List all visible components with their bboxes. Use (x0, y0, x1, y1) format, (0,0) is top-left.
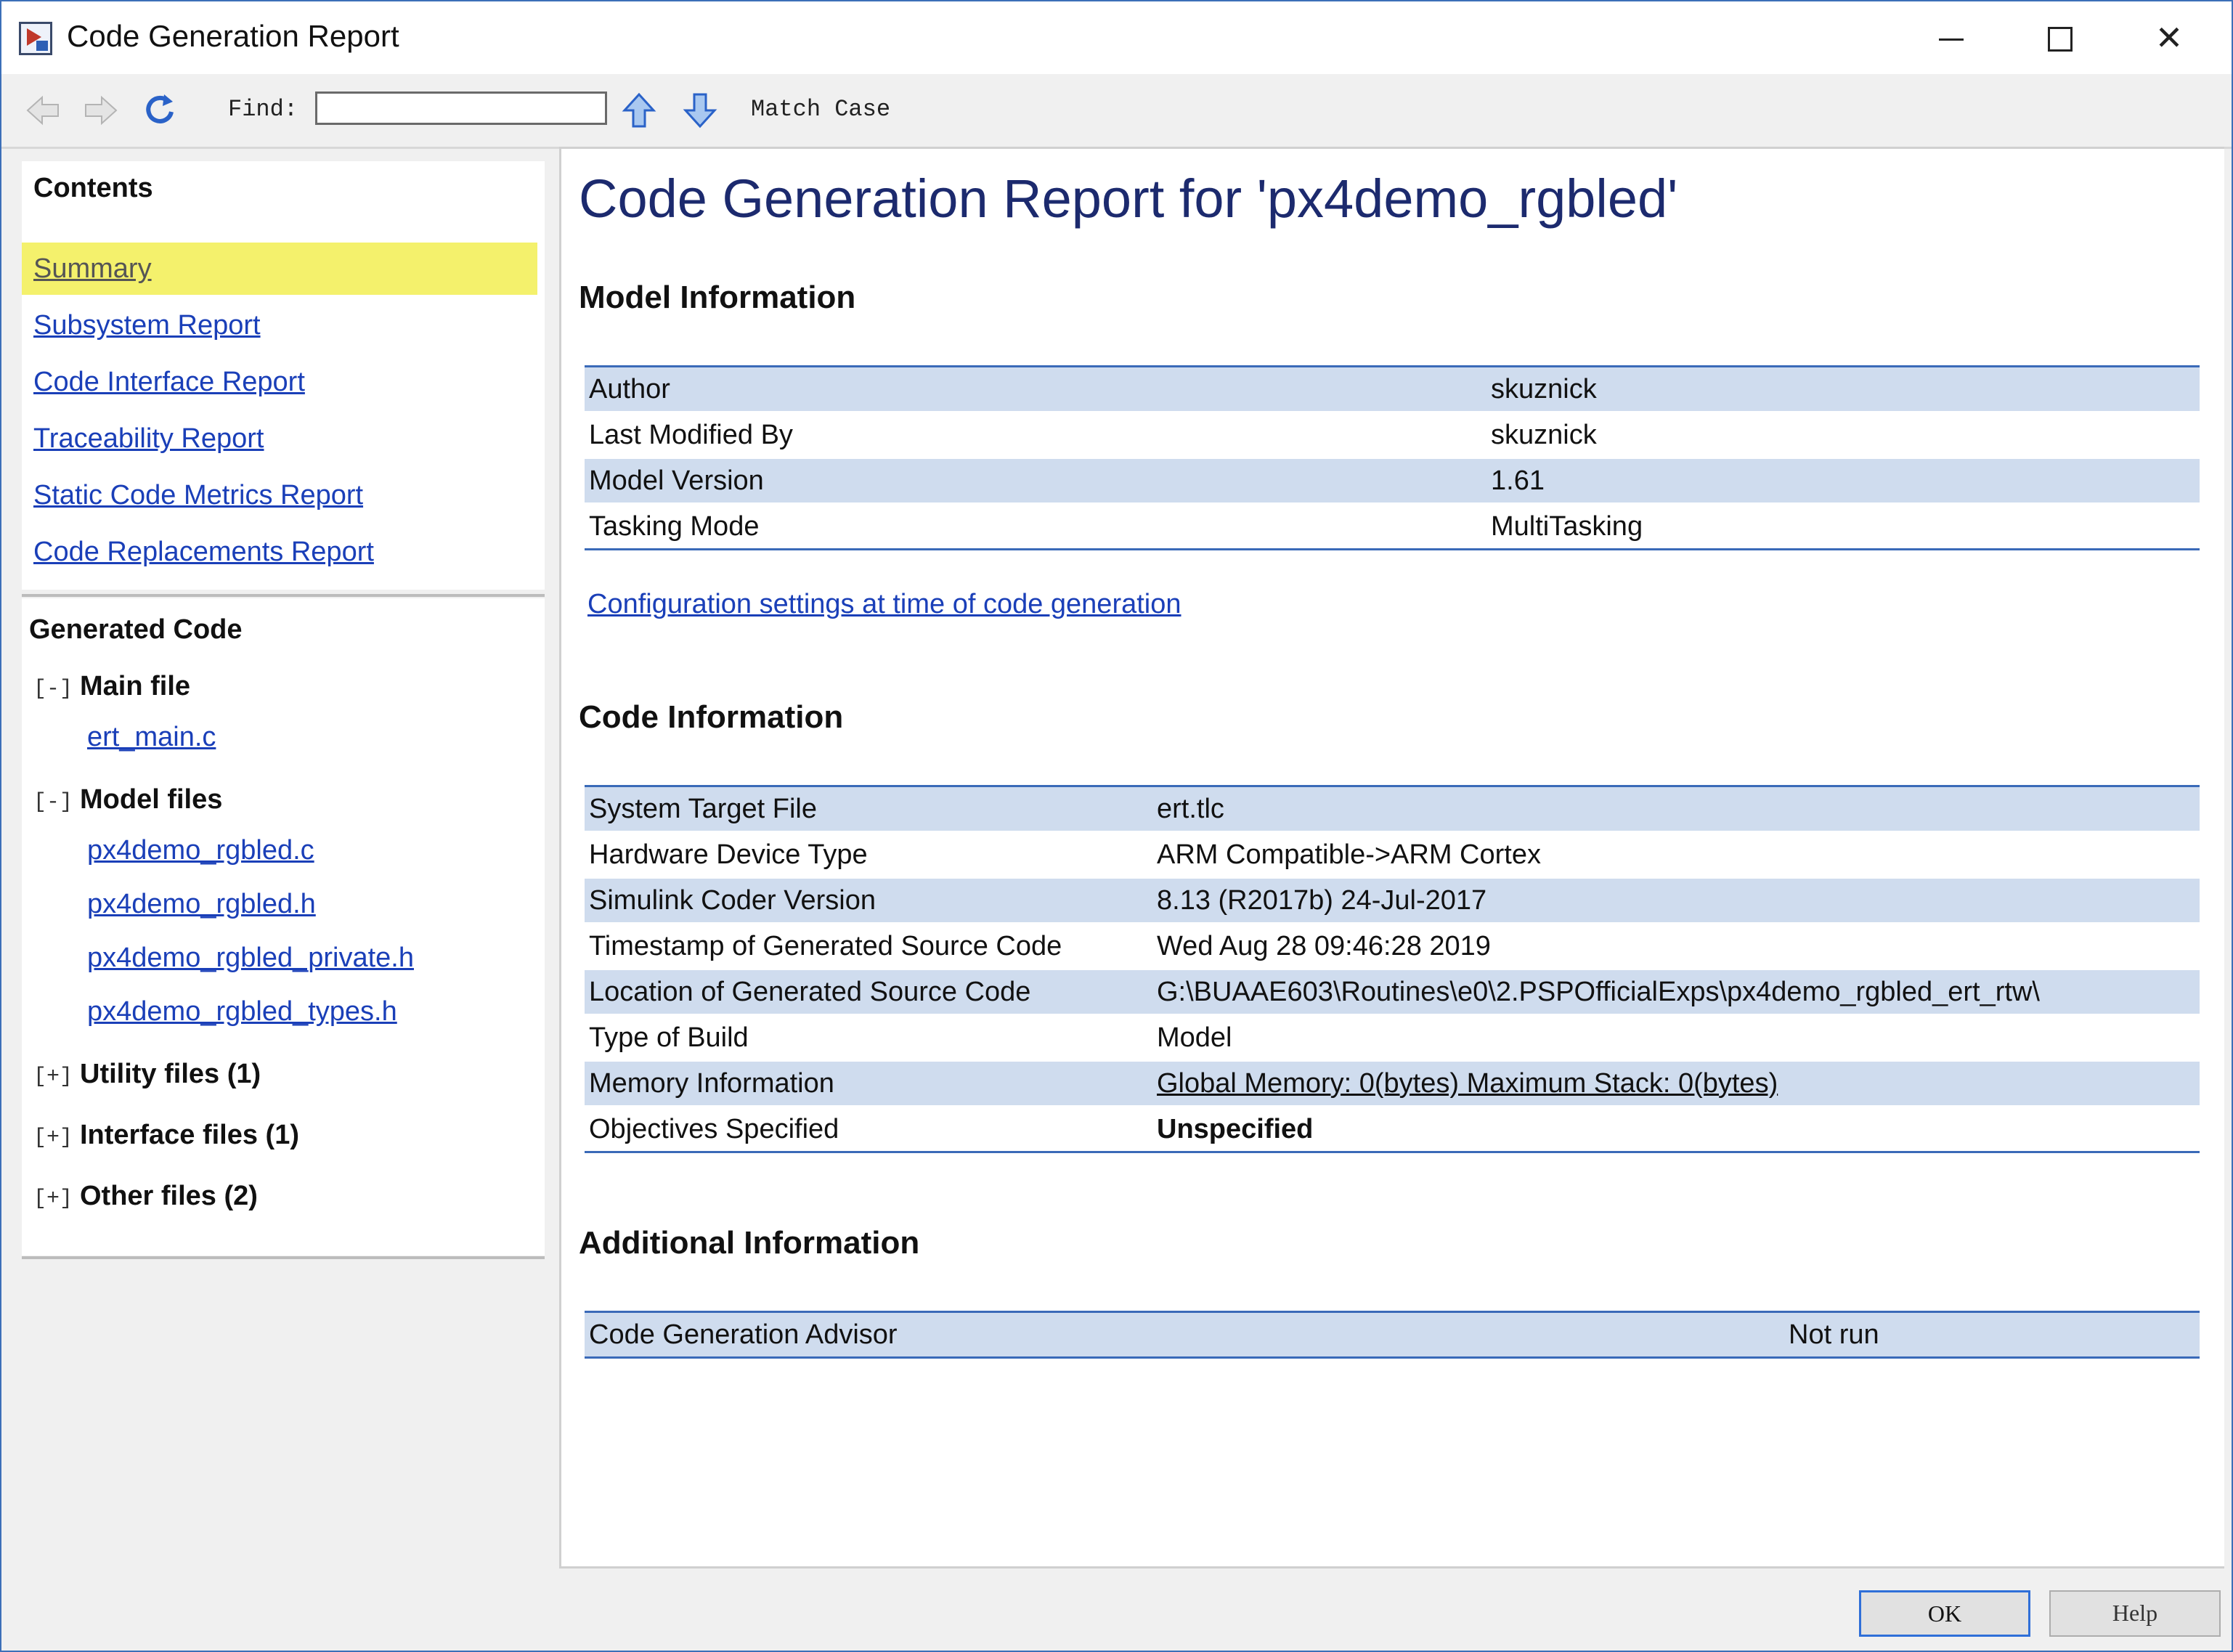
interface-files-toggle[interactable]: [+] (33, 1126, 73, 1150)
report-window: Code Generation Report ✕ Find: Match Cas… (0, 0, 2233, 1652)
row-label: Last Modified By (585, 411, 1486, 458)
configuration-settings-link[interactable]: Configuration settings at time of code g… (587, 589, 1181, 620)
maximize-button[interactable] (2027, 16, 2093, 60)
match-case-toggle[interactable]: Match Case (751, 96, 890, 123)
nav-subsystem-report[interactable]: Subsystem Report (22, 299, 537, 351)
row-label: Simulink Coder Version (585, 876, 1152, 924)
row-value: skuznick (1486, 411, 2200, 458)
row-label: Type of Build (585, 1014, 1152, 1061)
window-title: Code Generation Report (67, 19, 399, 53)
nav-summary[interactable]: Summary (22, 243, 537, 295)
divider (22, 594, 545, 597)
additional-info-heading: Additional Information (579, 1225, 920, 1261)
code-info-table: System Target File ert.tlc Hardware Devi… (585, 785, 2200, 1153)
row-label: Code Generation Advisor (585, 1311, 1784, 1358)
contents-heading: Contents (33, 173, 153, 203)
code-info-heading: Code Information (579, 699, 844, 735)
other-files-label: Other files (2) (80, 1181, 258, 1211)
close-button[interactable]: ✕ (2136, 16, 2202, 60)
table-row: Objectives Specified Unspecified (585, 1105, 2200, 1152)
report-pane: Code Generation Report for 'px4demo_rgbl… (559, 147, 2224, 1568)
model-info-table: Author skuznick Last Modified By skuznic… (585, 365, 2200, 550)
main-file-toggle[interactable]: [-] (33, 677, 73, 701)
divider (22, 1256, 545, 1259)
contents-panel: Contents Summary Subsystem Report Code I… (22, 161, 545, 590)
app-icon (19, 22, 52, 55)
utility-files-label: Utility files (1) (80, 1059, 261, 1089)
other-files-toggle[interactable]: [+] (33, 1187, 73, 1211)
row-label: Location of Generated Source Code (585, 968, 1152, 1015)
row-label: Model Version (585, 457, 1486, 504)
model-info-heading: Model Information (579, 280, 856, 315)
minimize-button[interactable] (1919, 16, 1984, 60)
table-row: Author skuznick (585, 366, 2200, 412)
row-value: MultiTasking (1486, 502, 2200, 550)
find-next-arrow-icon[interactable] (680, 90, 720, 131)
row-label: Tasking Mode (585, 502, 1486, 550)
minimize-icon (1939, 38, 1964, 41)
interface-files-label: Interface files (1) (80, 1120, 299, 1150)
row-value: Model (1152, 1014, 2200, 1061)
row-label: Memory Information (585, 1059, 1152, 1107)
find-input[interactable] (315, 91, 607, 125)
help-button[interactable]: Help (2049, 1590, 2221, 1637)
file-link-model-types-h[interactable]: px4demo_rgbled_types.h (87, 996, 397, 1028)
row-label: Timestamp of Generated Source Code (585, 922, 1152, 969)
row-value: ert.tlc (1152, 786, 2200, 832)
title-bar: Code Generation Report ✕ (1, 1, 2232, 74)
table-row: Last Modified By skuznick (585, 411, 2200, 458)
table-row: Model Version 1.61 (585, 457, 2200, 504)
table-row: Code Generation Advisor Not run (585, 1311, 2200, 1358)
generated-code-heading: Generated Code (29, 614, 243, 645)
file-link-model-h[interactable]: px4demo_rgbled.h (87, 889, 316, 920)
back-arrow-icon[interactable] (23, 90, 64, 131)
row-value: Not run (1784, 1311, 2200, 1358)
table-row: Type of Build Model (585, 1014, 2200, 1061)
refresh-icon[interactable] (139, 90, 180, 131)
row-value: ARM Compatible->ARM Cortex (1152, 831, 2200, 878)
memory-information-link[interactable]: Global Memory: 0(bytes) Maximum Stack: 0… (1152, 1059, 2200, 1107)
file-link-model-private-h[interactable]: px4demo_rgbled_private.h (87, 943, 414, 974)
find-label: Find: (228, 96, 298, 123)
forward-arrow-icon[interactable] (80, 90, 121, 131)
table-row: Timestamp of Generated Source Code Wed A… (585, 922, 2200, 969)
generated-code-panel: Generated Code [-] Main file ert_main.c … (22, 598, 545, 1256)
main-file-label: Main file (80, 671, 191, 701)
table-row: Memory Information Global Memory: 0(byte… (585, 1059, 2200, 1107)
find-previous-arrow-icon[interactable] (619, 90, 659, 131)
row-value: G:\BUAAE603\Routines\e0\2.PSPOfficialExp… (1152, 968, 2200, 1015)
row-value: Wed Aug 28 09:46:28 2019 (1152, 922, 2200, 969)
nav-code-replacements-report[interactable]: Code Replacements Report (22, 526, 537, 578)
table-row: System Target File ert.tlc (585, 786, 2200, 832)
row-label: Author (585, 366, 1486, 412)
navigation-pane: Contents Summary Subsystem Report Code I… (22, 161, 545, 1259)
close-icon: ✕ (2155, 18, 2184, 57)
maximize-icon (2048, 27, 2073, 52)
nav-code-interface-report[interactable]: Code Interface Report (22, 356, 537, 408)
table-row: Tasking Mode MultiTasking (585, 502, 2200, 550)
table-row: Hardware Device Type ARM Compatible->ARM… (585, 831, 2200, 878)
model-files-toggle[interactable]: [-] (33, 790, 73, 815)
row-value: 8.13 (R2017b) 24-Jul-2017 (1152, 876, 2200, 924)
row-value: 1.61 (1486, 457, 2200, 504)
table-row: Location of Generated Source Code G:\BUA… (585, 968, 2200, 1015)
ok-button[interactable]: OK (1859, 1590, 2030, 1637)
nav-static-code-metrics-report[interactable]: Static Code Metrics Report (22, 469, 537, 521)
row-label: System Target File (585, 786, 1152, 832)
row-label: Hardware Device Type (585, 831, 1152, 878)
row-label: Objectives Specified (585, 1105, 1152, 1152)
additional-info-table: Code Generation Advisor Not run (585, 1311, 2200, 1359)
table-row: Simulink Coder Version 8.13 (R2017b) 24-… (585, 876, 2200, 924)
page-title: Code Generation Report for 'px4demo_rgbl… (579, 168, 1678, 229)
utility-files-toggle[interactable]: [+] (33, 1065, 73, 1089)
objectives-status: Unspecified (1152, 1105, 2200, 1152)
model-files-label: Model files (80, 784, 223, 815)
file-link-ert-main[interactable]: ert_main.c (87, 722, 216, 753)
row-value: skuznick (1486, 366, 2200, 412)
file-link-model-c[interactable]: px4demo_rgbled.c (87, 835, 314, 866)
nav-traceability-report[interactable]: Traceability Report (22, 412, 537, 465)
